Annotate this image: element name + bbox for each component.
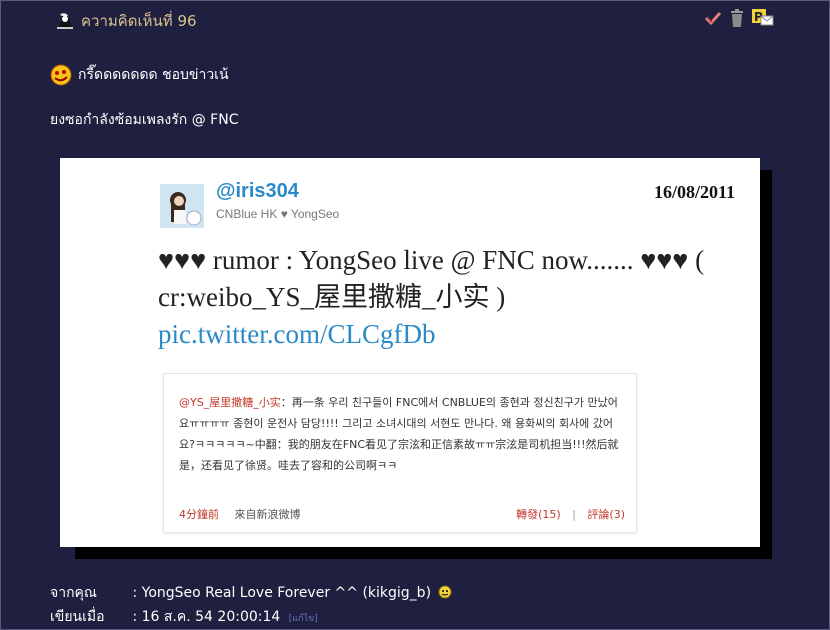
comment-text-1: กรี๊ดดดดดดด ชอบข่าวเน้ <box>78 67 229 83</box>
tweet-date: 16/08/2011 <box>653 182 735 202</box>
weibo-source: 來自新浪微博 <box>234 508 301 521</box>
weibo-comments: 評論(3) <box>587 508 625 521</box>
user-icon <box>57 13 73 29</box>
tweet-link: pic.twitter.com/CLCgfDb <box>158 319 436 349</box>
weibo-time: 4分鐘前 <box>179 508 219 521</box>
author-label: จากคุณ <box>50 585 97 601</box>
comment-number: ความคิดเห็นที่ 96 <box>81 12 197 30</box>
tweet-bio: CNBlue HK ♥ YongSeo <box>216 207 340 221</box>
comment-date-row: เขียนเมื่อ : 16 ส.ค. 54 20:00:14 [แก้ไข] <box>50 606 318 628</box>
weibo-text: @YS_屋里撒糖_小实：再一条 우리 친구들이 FNC에서 CNBLUE의 종현… <box>179 392 625 476</box>
weibo-embed: @YS_屋里撒糖_小实：再一条 우리 친구들이 FNC에서 CNBLUE의 종현… <box>163 373 637 533</box>
comment-line-1: กรี๊ดดดดดดด ชอบข่าวเน้ <box>50 64 229 86</box>
tweet-handle: @iris304 <box>216 180 299 202</box>
weibo-footer: 4分鐘前 來自新浪微博 轉發(15) | 評論(3) <box>179 506 625 522</box>
comment-text-2: ยงซอกำลังซ้อมเพลงรัก @ FNC <box>50 112 239 128</box>
comment-date: : 16 ส.ค. 54 20:00:14 <box>132 609 281 625</box>
comment-header: ความคิดเห็นที่ 96 <box>55 10 197 32</box>
date-label: เขียนเมื่อ <box>50 609 105 625</box>
tweet-text: ♥♥♥ rumor : YongSeo live @ FNC now......… <box>158 242 718 353</box>
edit-link[interactable]: [แก้ไข] <box>289 614 318 624</box>
small-smile-icon <box>438 585 452 599</box>
twitter-avatar <box>160 184 204 228</box>
author-name: : YongSeo Real Love Forever ^^ (kikgig_b… <box>132 585 432 601</box>
weibo-user: @YS_屋里撒糖_小实 <box>179 396 281 409</box>
trash-icon[interactable] <box>730 9 744 31</box>
vote-check-icon[interactable] <box>704 10 722 30</box>
weibo-repost: 轉發(15) <box>516 508 561 521</box>
weibo-separator: | <box>572 508 576 521</box>
tweet-screenshot[interactable]: @iris304 CNBlue HK ♥ YongSeo 16/08/2011 … <box>60 158 760 547</box>
private-message-icon[interactable]: P <box>752 9 774 31</box>
comment-tools: P <box>704 9 774 31</box>
smiley-emoticon-icon <box>50 64 72 86</box>
comment-author-row: จากคุณ : YongSeo Real Love Forever ^^ (k… <box>50 582 452 604</box>
tweet-body: ♥♥♥ rumor : YongSeo live @ FNC now......… <box>158 245 705 312</box>
